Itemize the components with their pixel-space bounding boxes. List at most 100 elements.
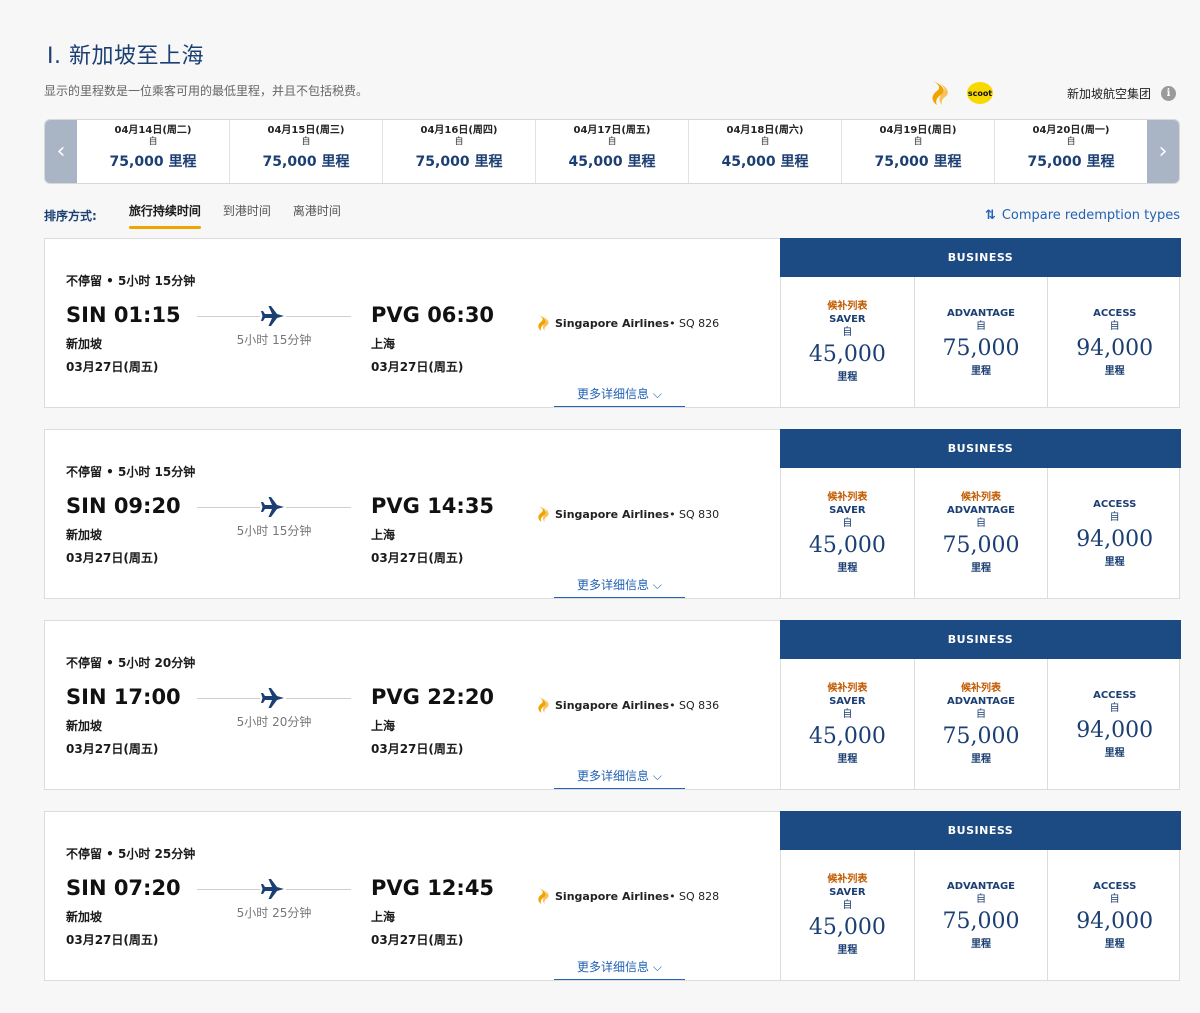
- departure-date: 03月27日(周五): [66, 933, 159, 947]
- flight-duration: 5小时 15分钟: [236, 524, 312, 538]
- singapore-airlines-logo-icon: [538, 697, 549, 713]
- date-miles: 75,000 里程: [415, 154, 503, 170]
- fare-option-saver[interactable]: 候补列表 SAVER 自 45,000 里程: [781, 468, 915, 599]
- fare-option-advantage[interactable]: ADVANTAGE 自 75,000 里程: [915, 850, 1049, 981]
- cabin-class-header: BUSINESS: [780, 620, 1181, 659]
- from-label: 自: [760, 137, 770, 147]
- fare-option-access[interactable]: ACCESS 自 94,000 里程: [1048, 468, 1181, 599]
- sort-option-arrival[interactable]: 到港时间: [223, 201, 271, 229]
- more-details-link[interactable]: 更多详细信息 ⌵: [554, 958, 685, 980]
- more-details-link[interactable]: 更多详细信息 ⌵: [554, 385, 685, 407]
- date-miles: 45,000 里程: [721, 154, 809, 170]
- date-label: 04月14日(周二): [114, 125, 192, 136]
- date-label: 04月16日(周四): [420, 125, 498, 136]
- from-label: 自: [842, 518, 853, 529]
- miles-unit: 里程: [1104, 556, 1125, 568]
- date-option[interactable]: 04月19日(周日) 自 75,000 里程: [842, 120, 995, 183]
- date-label: 04月19日(周日): [879, 125, 957, 136]
- from-label: 自: [842, 900, 853, 911]
- fare-miles: 45,000: [808, 533, 886, 558]
- airline-name: Singapore Airlines: [555, 507, 670, 521]
- fare-option-advantage[interactable]: ADVANTAGE 自 75,000 里程: [915, 277, 1049, 408]
- fare-option-advantage[interactable]: 候补列表 ADVANTAGE 自 75,000 里程: [915, 468, 1049, 599]
- date-label: 04月15日(周三): [267, 125, 345, 136]
- sort-arrows-icon: ⇅: [984, 207, 996, 223]
- departure-date: 03月27日(周五): [66, 551, 159, 565]
- sort-option-duration[interactable]: 旅行持续时间: [128, 201, 201, 229]
- fare-miles: 94,000: [1076, 526, 1154, 552]
- from-label: 自: [1066, 137, 1076, 147]
- fare-type: ADVANTAGE: [946, 307, 1016, 319]
- departure-city: 新加坡: [66, 528, 103, 542]
- flight-number: • SQ 828: [669, 889, 720, 903]
- fare-option-saver[interactable]: 候补列表 SAVER 自 45,000 里程: [781, 277, 915, 408]
- miles-unit: 里程: [837, 754, 858, 765]
- more-details-link[interactable]: 更多详细信息 ⌵: [554, 767, 685, 789]
- cabin-class-header: BUSINESS: [780, 811, 1181, 850]
- date-option[interactable]: 04月20日(周一) 自 75,000 里程: [995, 120, 1147, 183]
- airline-group-label: 新加坡航空集团: [1066, 86, 1151, 101]
- date-option[interactable]: 04月16日(周四) 自 75,000 里程: [383, 120, 536, 183]
- from-label: 自: [976, 320, 986, 332]
- scoot-logo-icon: scoot: [966, 82, 993, 104]
- waitlist-label: 候补列表: [827, 874, 868, 885]
- from-label: 自: [976, 709, 986, 720]
- from-label: 自: [301, 137, 311, 147]
- fare-type: ADVANTAGE: [946, 696, 1016, 707]
- waitlist-label: 候补列表: [827, 683, 868, 694]
- stop-info: 不停留 • 5小时 20分钟: [66, 656, 196, 670]
- arrival-time: PVG 14:35: [371, 494, 495, 518]
- fare-panel: BUSINESS 候补列表 SAVER 自 45,000 里程 候补列表 ADVANTAGE 自…: [780, 620, 1181, 790]
- flight-card: 不停留 • 5小时 15分钟 SIN 01:15 新加坡 03月27日(周五) 5小时 …: [44, 238, 1181, 408]
- waitlist-label: 候补列表: [827, 492, 868, 503]
- date-strip: ‹ 04月14日(周二) 自 75,000 里程 04月15日(周三) 自 75,000 …: [44, 119, 1180, 184]
- fare-option-saver[interactable]: 候补列表 SAVER 自 45,000 里程: [781, 850, 915, 981]
- fare-option-access[interactable]: ACCESS 自 94,000 里程: [1048, 850, 1181, 981]
- fare-type: SAVER: [829, 314, 866, 325]
- date-option[interactable]: 04月18日(周六) 自 45,000 里程: [689, 120, 842, 183]
- flight-number: • SQ 830: [669, 507, 720, 521]
- plane-icon: [260, 687, 286, 709]
- page-subtitle: 显示的里程数是一位乘客可用的最低里程，并且不包括税费。: [44, 84, 369, 98]
- fare-miles: 94,000: [1076, 908, 1154, 934]
- flight-duration: 5小时 25分钟: [236, 906, 312, 920]
- miles-unit: 里程: [971, 365, 991, 377]
- next-dates-button[interactable]: ›: [1147, 120, 1179, 183]
- date-option[interactable]: 04月15日(周三) 自 75,000 里程: [230, 120, 383, 183]
- date-label: 04月17日(周五): [573, 125, 651, 136]
- date-option[interactable]: 04月17日(周五) 自 45,000 里程: [536, 120, 689, 183]
- sort-bar: 排序方式: 旅行持续时间 到港时间 离港时间 ⇅ Compare redempt…: [44, 200, 1180, 230]
- chevron-left-icon: ‹: [56, 139, 66, 164]
- fare-option-saver[interactable]: 候补列表 SAVER 自 45,000 里程: [781, 659, 915, 790]
- from-label: 自: [842, 327, 853, 338]
- fare-option-access[interactable]: ACCESS 自 94,000 里程: [1048, 659, 1181, 790]
- arrival-city: 上海: [371, 719, 396, 733]
- arrival-date: 03月27日(周五): [371, 933, 464, 947]
- arrival-city: 上海: [371, 337, 396, 351]
- fare-option-advantage[interactable]: 候补列表 ADVANTAGE 自 75,000 里程: [915, 659, 1049, 790]
- more-details-link[interactable]: 更多详细信息 ⌵: [554, 576, 685, 598]
- airline-name: Singapore Airlines: [555, 889, 670, 903]
- stop-info: 不停留 • 5小时 15分钟: [66, 274, 196, 288]
- departure-city: 新加坡: [66, 910, 103, 924]
- arrival-date: 03月27日(周五): [371, 742, 464, 756]
- prev-dates-button[interactable]: ‹: [45, 120, 77, 183]
- arrival-time: PVG 06:30: [371, 303, 495, 327]
- cabin-class-header: BUSINESS: [780, 238, 1181, 277]
- compare-redemption-link[interactable]: ⇅ Compare redemption types: [985, 208, 1180, 223]
- from-label: 自: [1109, 511, 1120, 523]
- date-option[interactable]: 04月14日(周二) 自 75,000 里程: [77, 120, 230, 183]
- fare-options: 候补列表 SAVER 自 45,000 里程 ADVANTAGE 自 75,000 里程 ACCE…: [780, 277, 1181, 408]
- fare-options: 候补列表 SAVER 自 45,000 里程 候补列表 ADVANTAGE 自 75,000 里程…: [780, 659, 1181, 790]
- departure-time: SIN 01:15: [66, 303, 181, 327]
- fare-miles: 75,000: [942, 724, 1020, 749]
- fare-options: 候补列表 SAVER 自 45,000 里程 候补列表 ADVANTAGE 自 75,000 里程…: [780, 468, 1181, 599]
- fare-option-access[interactable]: ACCESS 自 94,000 里程: [1048, 277, 1181, 408]
- info-icon[interactable]: i: [1161, 85, 1176, 101]
- from-label: 自: [1109, 320, 1120, 332]
- miles-unit: 里程: [971, 938, 991, 950]
- fare-miles: 45,000: [808, 724, 886, 749]
- sort-option-departure[interactable]: 离港时间: [293, 201, 341, 229]
- from-label: 自: [1109, 893, 1120, 905]
- fare-type: ACCESS: [1093, 880, 1137, 892]
